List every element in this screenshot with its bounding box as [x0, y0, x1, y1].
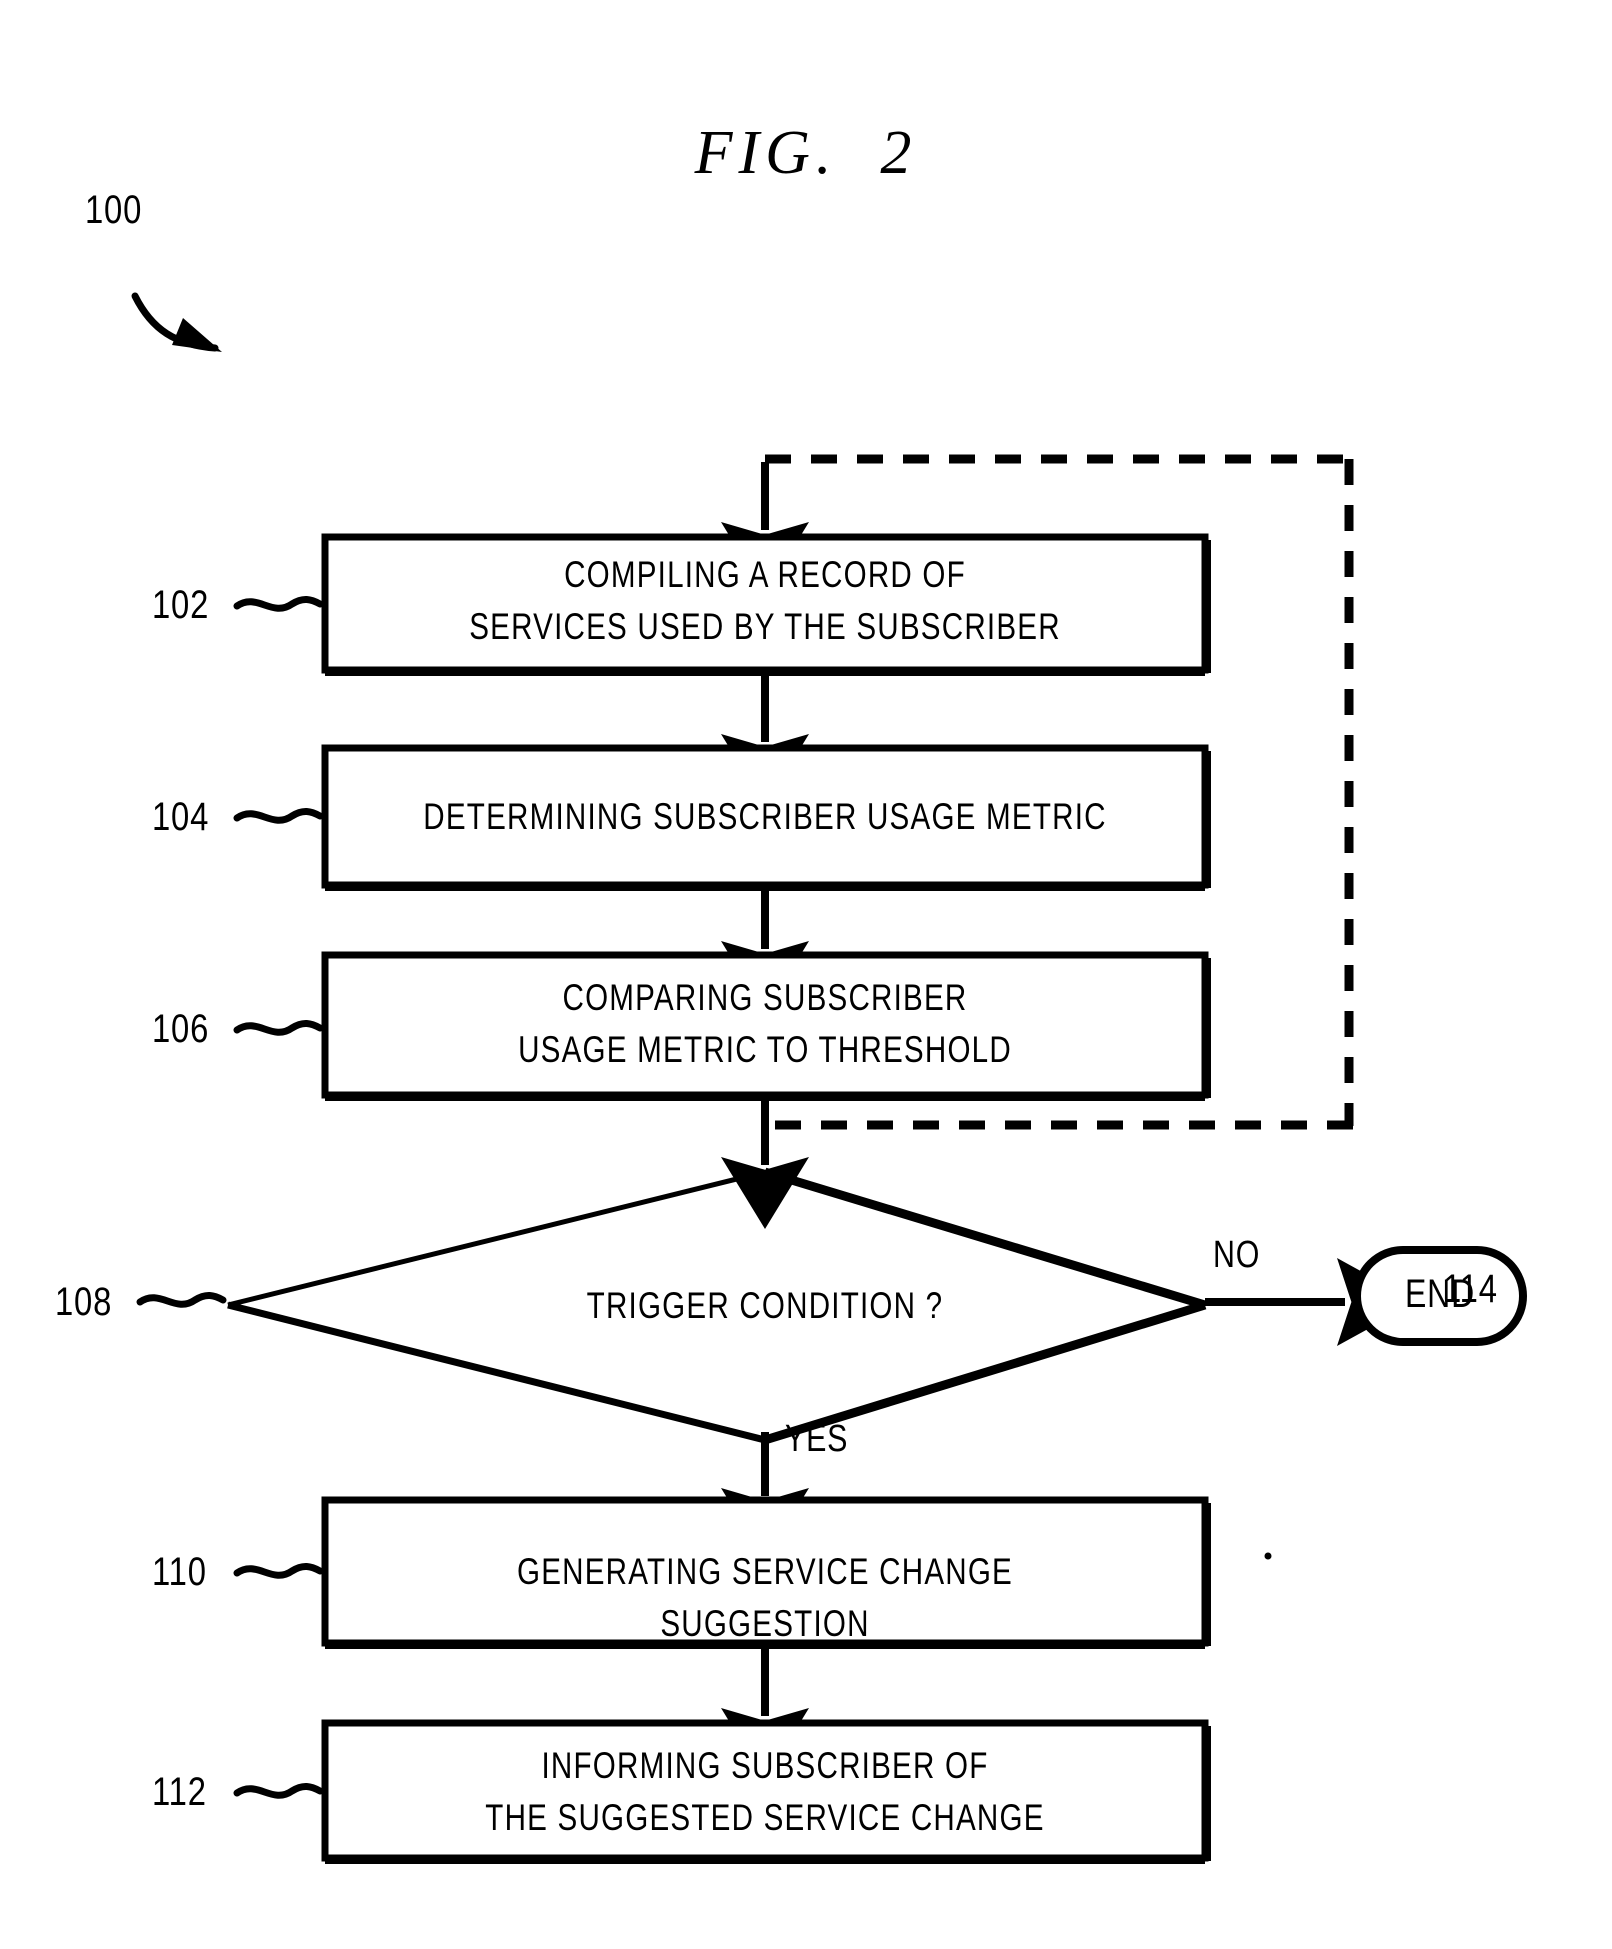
branch-label-no: NO	[1213, 1234, 1261, 1276]
overall-ref-leader	[131, 292, 222, 352]
ref-leader-112	[233, 1783, 324, 1799]
flowchart-canvas	[131, 292, 1527, 1864]
ref-label-104: 104	[152, 795, 210, 839]
ref-label-108: 108	[55, 1280, 113, 1324]
decision-diamond-108	[136, 1167, 1207, 1445]
ref-label-106: 106	[152, 1007, 210, 1051]
process-box-110	[233, 1496, 1211, 1649]
ref-label-112: 112	[152, 1770, 207, 1814]
ref-leader-108	[136, 1292, 227, 1308]
ref-label-110: 110	[152, 1550, 207, 1594]
branch-label-yes: YES	[785, 1418, 849, 1460]
ref-leader-106	[233, 1020, 324, 1036]
process-box-112	[233, 1719, 1211, 1864]
end-label: END	[1405, 1272, 1475, 1316]
patent-figure: FIG. 2 100 114 102 COMPILING A RECORD OF…	[0, 0, 1612, 1949]
ref-leader-102	[233, 596, 324, 612]
process-box-104	[233, 744, 1211, 891]
process-box-106	[233, 951, 1211, 1101]
scan-artifact-dot	[1264, 1552, 1272, 1560]
ref-label-100: 100	[85, 188, 143, 232]
ref-label-102: 102	[152, 583, 210, 627]
ref-leader-104	[233, 808, 324, 824]
process-box-102	[233, 533, 1211, 676]
ref-leader-110	[233, 1563, 324, 1579]
